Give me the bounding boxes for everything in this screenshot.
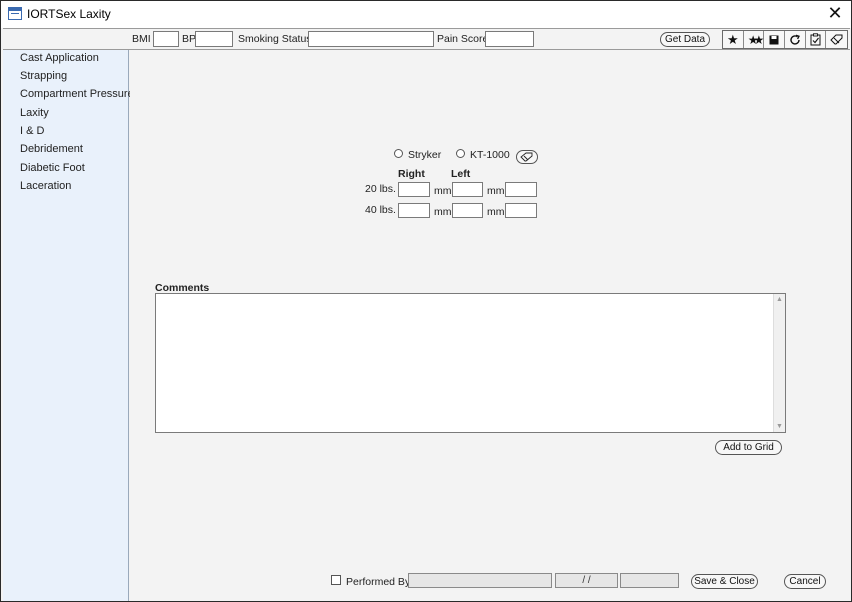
sidebar-item-laceration[interactable]: Laceration xyxy=(20,180,71,192)
performed-by-label: Performed By xyxy=(346,576,411,588)
unit-mm-label: mm xyxy=(487,185,505,197)
smoking-status-label: Smoking Status xyxy=(238,33,312,45)
bmi-input[interactable] xyxy=(153,31,179,47)
bmi-label: BMI xyxy=(132,33,151,45)
unit-mm-label: mm xyxy=(434,206,452,218)
save-icon[interactable] xyxy=(764,31,786,48)
eraser-icon[interactable] xyxy=(826,31,847,48)
app-form-icon xyxy=(8,7,22,20)
double-star-icon[interactable]: ★★ xyxy=(744,31,765,48)
comments-scrollbar[interactable]: ▲ ▼ xyxy=(773,294,785,432)
scroll-up-icon[interactable]: ▲ xyxy=(776,296,783,303)
bp-input[interactable] xyxy=(195,31,233,47)
kt1000-label: KT-1000 xyxy=(470,149,510,161)
diff-40-input[interactable] xyxy=(505,203,537,218)
save-close-button[interactable]: Save & Close xyxy=(691,574,758,589)
star-icon[interactable]: ★ xyxy=(723,31,744,48)
pain-score-label: Pain Score xyxy=(437,33,489,45)
sidebar-item-cast-application[interactable]: Cast Application xyxy=(20,52,99,64)
clear-device-button[interactable] xyxy=(516,150,538,164)
performed-by-checkbox[interactable] xyxy=(331,575,341,585)
right-20-input[interactable] xyxy=(398,182,430,197)
left-40-input[interactable] xyxy=(452,203,483,218)
pain-score-input[interactable] xyxy=(485,31,534,47)
comments-textarea[interactable]: ▲ ▼ xyxy=(155,293,786,433)
toolbar-icon-group: ★ ★★ xyxy=(722,30,848,49)
sidebar-item-compartment-pressures[interactable]: Compartment Pressures xyxy=(20,88,139,100)
row-40-lbs-label: 40 lbs. xyxy=(365,204,396,216)
stryker-radio[interactable] xyxy=(394,149,403,158)
sidebar-item-i-and-d[interactable]: I & D xyxy=(20,125,44,137)
sidebar-item-strapping[interactable]: Strapping xyxy=(20,70,67,82)
performed-date-field[interactable]: / / xyxy=(555,573,618,588)
bp-label: BP xyxy=(182,33,197,45)
sidebar: Cast Application Strapping Compartment P… xyxy=(3,50,139,601)
smoking-status-input[interactable] xyxy=(308,31,434,47)
right-column-header: Right xyxy=(398,168,425,180)
laxity-window: IORTSex Laxity ✕ BMI BP Smoking Status P… xyxy=(0,0,852,602)
add-to-grid-button[interactable]: Add to Grid xyxy=(715,440,782,455)
title-bar: IORTSex Laxity ✕ xyxy=(1,1,851,28)
row-20-lbs-label: 20 lbs. xyxy=(365,183,396,195)
performed-time-field[interactable] xyxy=(620,573,679,588)
stryker-label: Stryker xyxy=(408,149,442,161)
kt1000-radio[interactable] xyxy=(456,149,465,158)
left-column-header: Left xyxy=(451,168,471,180)
window-title: IORTSex Laxity xyxy=(27,7,111,21)
eraser-icon xyxy=(520,152,533,162)
refresh-icon[interactable] xyxy=(785,31,806,48)
sidebar-item-debridement[interactable]: Debridement xyxy=(20,143,83,155)
clipboard-check-icon[interactable] xyxy=(806,31,827,48)
unit-mm-label: mm xyxy=(487,206,505,218)
sidebar-item-diabetic-foot[interactable]: Diabetic Foot xyxy=(20,162,85,174)
scroll-down-icon[interactable]: ▼ xyxy=(776,423,783,430)
diff-20-input[interactable] xyxy=(505,182,537,197)
cancel-button[interactable]: Cancel xyxy=(784,574,826,589)
close-button[interactable]: ✕ xyxy=(825,3,845,23)
sidebar-item-laxity[interactable]: Laxity xyxy=(20,107,49,119)
unit-mm-label: mm xyxy=(434,185,452,197)
main-content: Stryker KT-1000 Right Left 20 lbs. mm mm… xyxy=(130,50,851,601)
left-20-input[interactable] xyxy=(452,182,483,197)
vitals-toolbar: BMI BP Smoking Status Pain Score Get Dat… xyxy=(3,28,850,50)
right-40-input[interactable] xyxy=(398,203,430,218)
get-data-button[interactable]: Get Data xyxy=(660,32,710,47)
performed-by-field[interactable] xyxy=(408,573,552,588)
